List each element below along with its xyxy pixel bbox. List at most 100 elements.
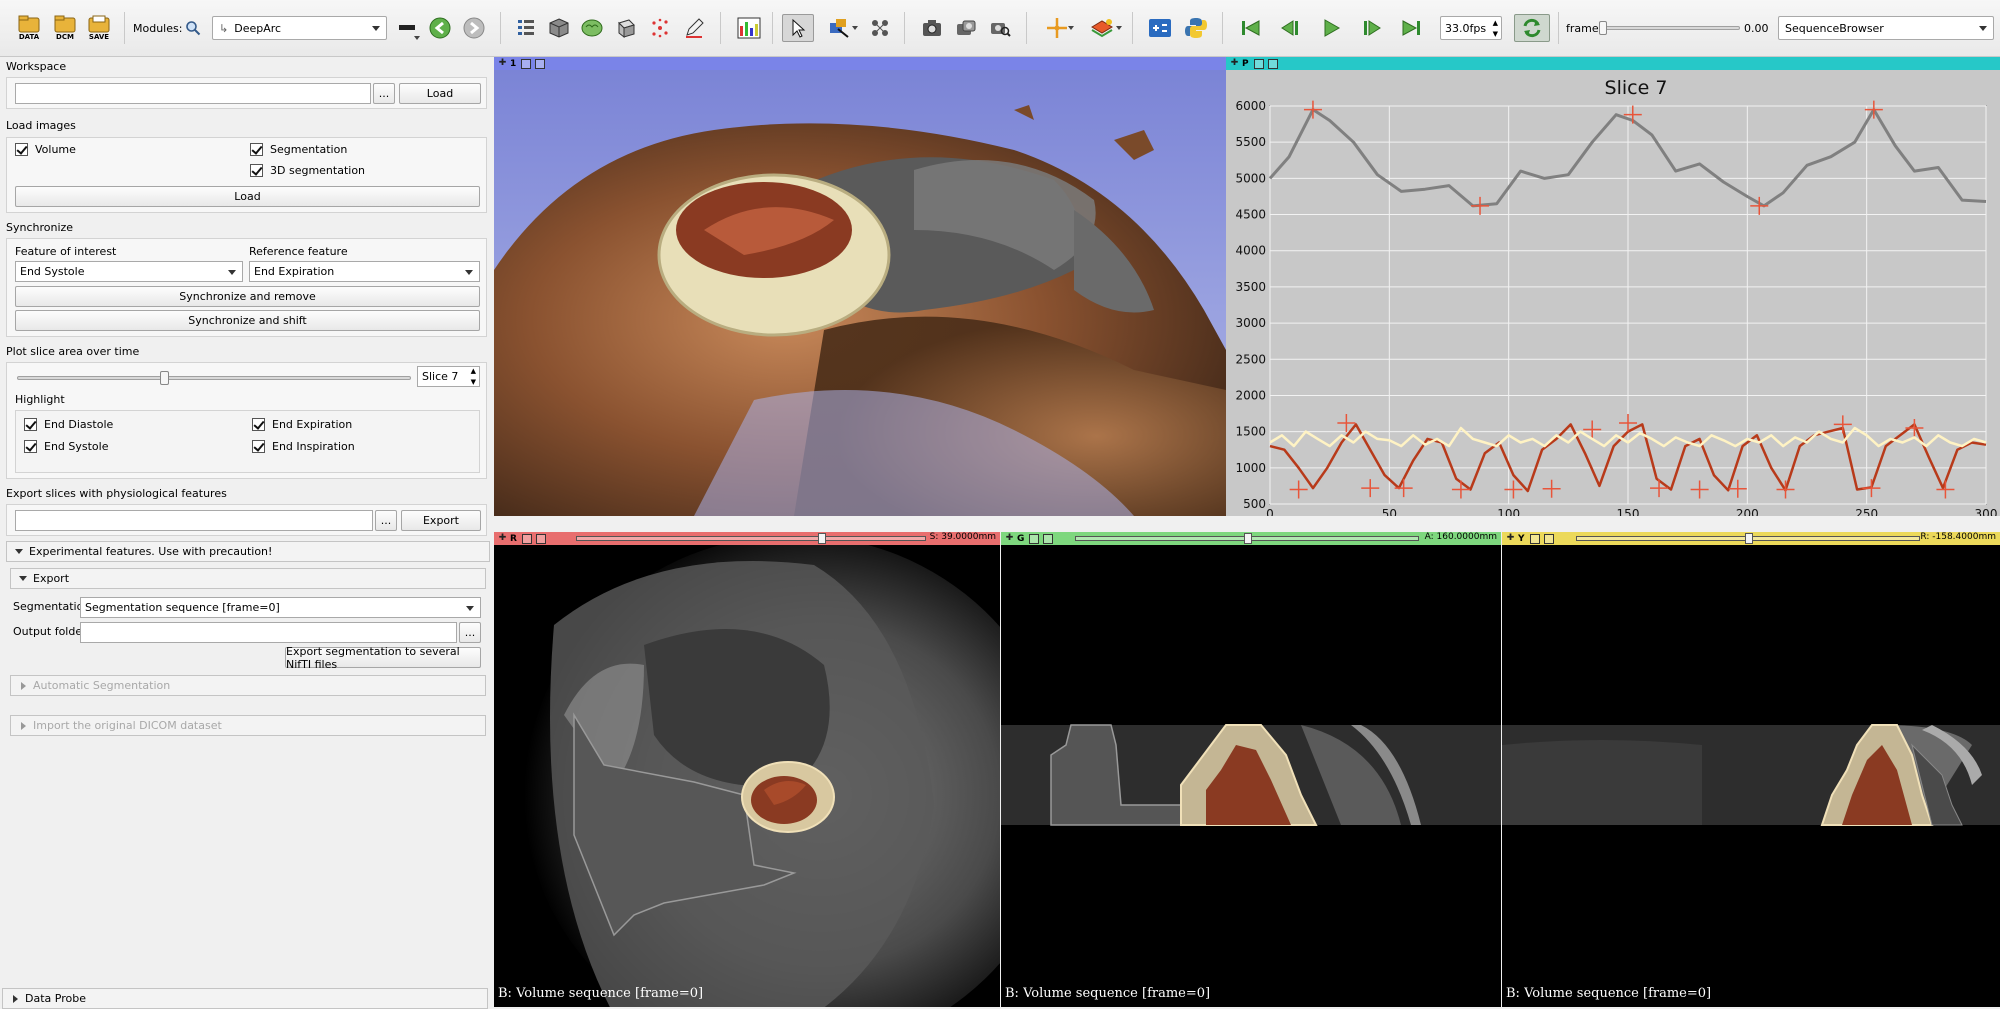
- segmentation-checkbox[interactable]: Segmentation: [250, 143, 347, 156]
- output-browse-button[interactable]: ...: [459, 622, 481, 643]
- transforms-button[interactable]: [612, 14, 640, 42]
- y-tick-label: 5000: [1235, 171, 1266, 185]
- slice-spinbox[interactable]: Slice 7 ▲ ▼: [417, 366, 480, 387]
- slice-slider-handle[interactable]: [160, 371, 169, 385]
- yellow-slice-view[interactable]: ✚ Y R: -158.4000mm B: Volume sequence [f…: [1502, 532, 2000, 1007]
- red-slice-canvas[interactable]: B: Volume sequence [frame=0]: [494, 545, 1000, 1007]
- markups-button[interactable]: [646, 14, 674, 42]
- screenshot-button[interactable]: [918, 14, 946, 42]
- layout-button[interactable]: [734, 14, 764, 42]
- capture-button[interactable]: [986, 14, 1014, 42]
- back-button[interactable]: [426, 14, 454, 42]
- forward-button[interactable]: [460, 14, 488, 42]
- maximize-icon[interactable]: [1543, 533, 1554, 544]
- crosshair-button[interactable]: [1040, 14, 1074, 42]
- green-slider-handle[interactable]: [1244, 533, 1252, 544]
- link-icon[interactable]: [1529, 533, 1540, 544]
- play-button[interactable]: [1316, 14, 1346, 42]
- fps-spinbox[interactable]: 33.0fps ▲ ▼: [1440, 16, 1502, 40]
- window-level-button[interactable]: [1082, 14, 1122, 42]
- plot-view[interactable]: ✚ P Slice 7 500 1000 1500 2000 2500 3000 3500 4…: [1226, 57, 2000, 516]
- export-physio-button[interactable]: Export: [401, 510, 481, 531]
- red-slider-handle[interactable]: [818, 533, 826, 544]
- end-expiration-checkbox[interactable]: End Expiration: [252, 418, 352, 431]
- maximize-icon[interactable]: [1267, 58, 1278, 69]
- pin-icon[interactable]: ✚: [1004, 533, 1015, 544]
- yellow-offset-slider[interactable]: [1576, 533, 1920, 544]
- link-icon[interactable]: [1029, 533, 1040, 544]
- seg3d-checkbox[interactable]: 3D segmentation: [250, 164, 365, 177]
- end-systole-checkbox[interactable]: End Systole: [24, 440, 109, 453]
- sync-shift-button[interactable]: Synchronize and shift: [15, 310, 480, 331]
- link-icon[interactable]: [1253, 58, 1264, 69]
- green-slice-view[interactable]: ✚ G A: 160.0000mm B: Volume sequence [fr…: [1001, 532, 1501, 1007]
- pin-icon[interactable]: ✚: [1229, 58, 1240, 69]
- modules-label: Modules:: [133, 22, 183, 35]
- select-mode-button[interactable]: [782, 14, 814, 42]
- models-button[interactable]: [578, 14, 606, 42]
- data-probe-header[interactable]: Data Probe: [2, 988, 488, 1009]
- maximize-icon[interactable]: [535, 58, 546, 69]
- end-inspiration-checkbox[interactable]: End Inspiration: [252, 440, 355, 453]
- module-list-button[interactable]: [512, 14, 540, 42]
- crosshair-toggle-button[interactable]: [866, 14, 894, 42]
- export-nifti-button[interactable]: Export segmentation to several NifTI fil…: [285, 645, 481, 671]
- extension-icon: [1149, 19, 1171, 37]
- reference-feature-select[interactable]: End Expiration: [249, 261, 480, 282]
- sequence-browser-selector[interactable]: SequenceBrowser: [1778, 16, 1994, 40]
- feature-of-interest-select[interactable]: End Systole: [15, 261, 243, 282]
- end-diastole-checkbox[interactable]: End Diastole: [24, 418, 113, 431]
- export-path-input[interactable]: [15, 510, 373, 531]
- previous-frame-button[interactable]: [1276, 14, 1306, 42]
- scene-view-button[interactable]: [952, 14, 980, 42]
- place-markup-button[interactable]: [822, 14, 858, 42]
- workspace-path-input[interactable]: [15, 83, 371, 104]
- data-button[interactable]: DATA: [14, 14, 44, 42]
- last-frame-button[interactable]: [1396, 14, 1426, 42]
- green-slice-canvas[interactable]: B: Volume sequence [frame=0]: [1001, 545, 1501, 1007]
- save-button[interactable]: SAVE: [84, 14, 114, 42]
- maximize-icon[interactable]: [1043, 533, 1054, 544]
- frame-slider-handle[interactable]: [1599, 21, 1607, 35]
- first-frame-button[interactable]: [1236, 14, 1266, 42]
- export-section-header[interactable]: Export: [10, 568, 486, 589]
- segment-editor-button[interactable]: [680, 14, 708, 42]
- yellow-slice-canvas[interactable]: B: Volume sequence [frame=0]: [1502, 545, 2000, 1007]
- module-history-button[interactable]: [396, 14, 420, 42]
- volumes-button[interactable]: [545, 14, 573, 42]
- checkbox-checked-icon: [252, 440, 265, 453]
- slice-slider[interactable]: [17, 371, 411, 385]
- yellow-slider-handle[interactable]: [1745, 533, 1753, 544]
- segmentation-select[interactable]: Segmentation sequence [frame=0]: [80, 597, 481, 618]
- next-frame-button[interactable]: [1356, 14, 1386, 42]
- sync-remove-button[interactable]: Synchronize and remove: [15, 286, 480, 307]
- module-search-button[interactable]: [182, 14, 204, 42]
- link-icon[interactable]: [521, 533, 532, 544]
- frame-slider[interactable]: [1599, 21, 1740, 35]
- module-selector[interactable]: ↳ DeepArc: [212, 16, 387, 40]
- view-3d[interactable]: ✚ 1: [494, 57, 1226, 516]
- maximize-icon[interactable]: [535, 533, 546, 544]
- link-icon[interactable]: [521, 58, 532, 69]
- import-dicom-section[interactable]: Import the original DICOM dataset: [10, 715, 486, 736]
- export-browse-button[interactable]: ...: [375, 510, 397, 531]
- output-folder-input[interactable]: [80, 622, 457, 643]
- pin-icon[interactable]: ✚: [497, 58, 508, 69]
- workspace-browse-button[interactable]: ...: [373, 83, 395, 104]
- experimental-section-header[interactable]: Experimental features. Use with precauti…: [6, 541, 490, 562]
- pin-icon[interactable]: ✚: [497, 533, 508, 544]
- red-slice-view[interactable]: ✚ R S: 39.0000mm B: Volume sequence [fra…: [494, 532, 1000, 1007]
- auto-segmentation-section[interactable]: Automatic Segmentation: [10, 675, 486, 696]
- python-console-button[interactable]: [1182, 14, 1210, 42]
- loop-button[interactable]: [1514, 14, 1550, 42]
- volume-checkbox[interactable]: Volume: [15, 143, 76, 156]
- load-images-button[interactable]: Load: [15, 186, 480, 207]
- green-offset-slider[interactable]: [1075, 533, 1419, 544]
- slice-area-chart[interactable]: Slice 7 50010001500200025003000350040004…: [1226, 70, 2000, 516]
- workspace-load-button[interactable]: Load: [399, 83, 481, 104]
- red-offset-slider[interactable]: [576, 533, 926, 544]
- pin-icon[interactable]: ✚: [1505, 533, 1516, 544]
- dcm-button[interactable]: DCM: [50, 14, 80, 42]
- view-3d-canvas[interactable]: [494, 70, 1226, 516]
- extension-manager-button[interactable]: [1146, 14, 1174, 42]
